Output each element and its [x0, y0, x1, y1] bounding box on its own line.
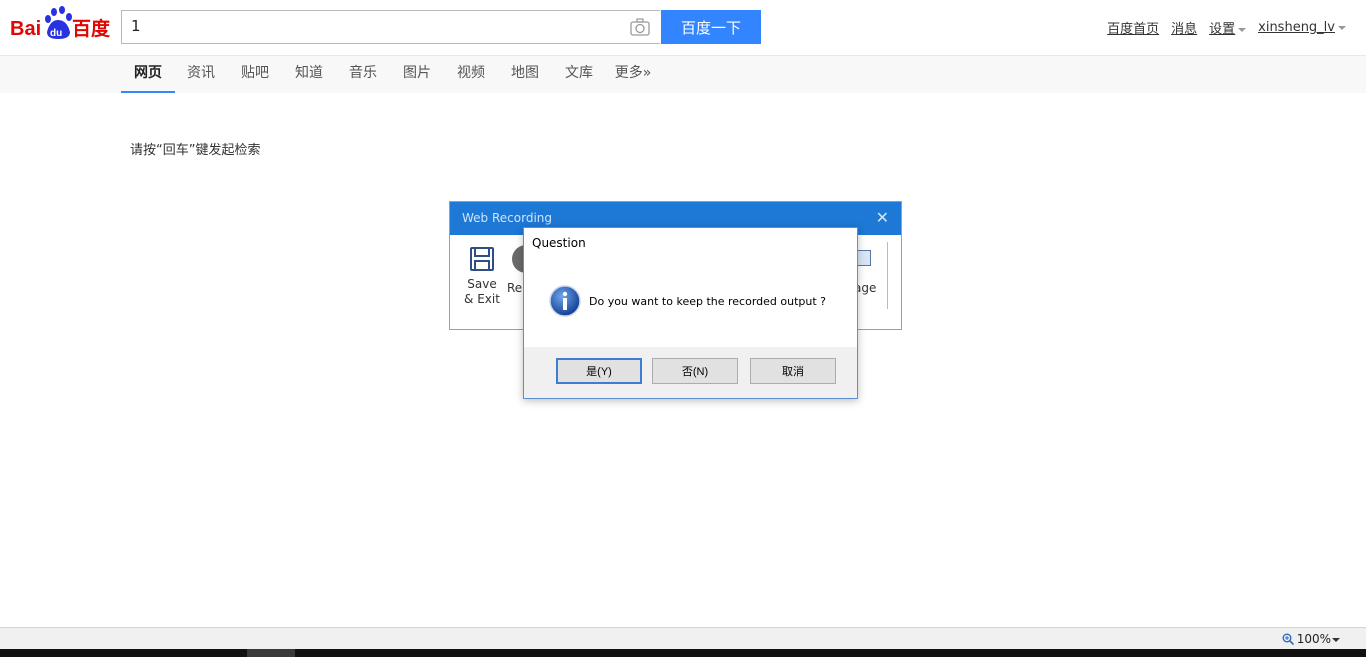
- link-user[interactable]: xinsheng_lv: [1258, 20, 1346, 35]
- tab-music[interactable]: 音乐: [342, 56, 384, 93]
- tab-news[interactable]: 资讯: [180, 56, 222, 93]
- logo-text-du: du: [50, 28, 62, 39]
- search-input[interactable]: 1: [121, 10, 660, 44]
- tab-wenku[interactable]: 文库: [558, 56, 600, 93]
- tab-bar: 网页 资讯 贴吧 知道 音乐 图片 视频 地图 文库 更多»: [0, 55, 1366, 93]
- info-icon: [549, 285, 581, 317]
- yes-button[interactable]: 是(Y): [556, 358, 642, 384]
- search-input-value: 1: [131, 17, 141, 35]
- save-label-line2: & Exit: [464, 292, 500, 306]
- save-icon[interactable]: [470, 247, 494, 271]
- link-settings[interactable]: 设置: [1209, 18, 1247, 37]
- question-dialog: Question Do you want to keep the recorde…: [523, 227, 858, 399]
- chevron-down-icon: [1238, 27, 1247, 32]
- window-title: Web Recording: [462, 211, 552, 225]
- tab-map[interactable]: 地图: [504, 56, 546, 93]
- chevron-down-icon[interactable]: [1332, 638, 1340, 642]
- status-bar: 100%: [0, 627, 1366, 650]
- dialog-title: Question: [532, 236, 586, 250]
- search-button[interactable]: 百度一下: [661, 10, 761, 44]
- tab-web[interactable]: 网页: [121, 56, 175, 93]
- top-nav: 百度首页 消息 设置 xinsheng_lv: [1107, 18, 1346, 37]
- save-exit-button[interactable]: Save & Exit: [456, 277, 508, 307]
- tab-images[interactable]: 图片: [396, 56, 438, 93]
- zoom-icon: [1282, 633, 1294, 645]
- no-button[interactable]: 否(N): [652, 358, 738, 384]
- dialog-message: Do you want to keep the recorded output …: [589, 295, 827, 308]
- link-baidu-home[interactable]: 百度首页: [1107, 18, 1159, 37]
- link-settings-label: 设置: [1209, 22, 1236, 37]
- tab-zhidao[interactable]: 知道: [288, 56, 330, 93]
- dialog-button-bar: 是(Y) 否(N) 取消: [524, 347, 857, 398]
- link-user-label: xinsheng_lv: [1258, 20, 1335, 35]
- search-hint: 请按“回车”键发起检索: [130, 143, 261, 158]
- tab-video[interactable]: 视频: [450, 56, 492, 93]
- logo-text-bai: Bai: [10, 18, 41, 40]
- close-icon[interactable]: ✕: [876, 208, 889, 227]
- tab-more[interactable]: 更多»: [612, 56, 654, 93]
- tab-tieba[interactable]: 贴吧: [234, 56, 276, 93]
- record-label: Re: [507, 281, 523, 295]
- cancel-button[interactable]: 取消: [750, 358, 836, 384]
- zoom-level: 100%: [1296, 632, 1331, 646]
- chevron-down-icon: [1338, 25, 1346, 30]
- taskbar-item[interactable]: [247, 649, 295, 657]
- link-messages[interactable]: 消息: [1171, 18, 1197, 37]
- divider: [887, 242, 888, 309]
- zoom-control[interactable]: 100%: [1282, 632, 1331, 646]
- baidu-logo[interactable]: Bai du 百度: [10, 6, 112, 42]
- camera-icon[interactable]: [630, 18, 650, 36]
- save-label-line1: Save: [467, 277, 497, 291]
- logo-text-cn: 百度: [72, 17, 111, 40]
- taskbar: [0, 649, 1366, 657]
